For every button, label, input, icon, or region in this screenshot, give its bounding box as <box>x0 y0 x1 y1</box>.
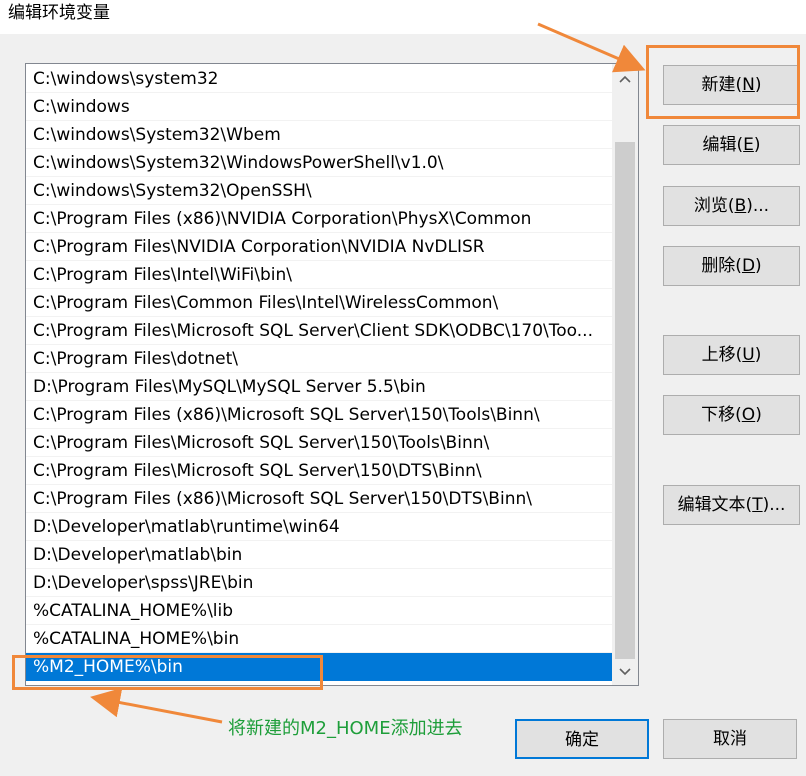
annotation-text: 将新建的M2_HOME添加进去 <box>228 718 463 739</box>
annotation-arrows <box>90 22 646 724</box>
arrow-to-selected-item <box>90 687 223 724</box>
arrow-to-new-button <box>537 22 646 73</box>
